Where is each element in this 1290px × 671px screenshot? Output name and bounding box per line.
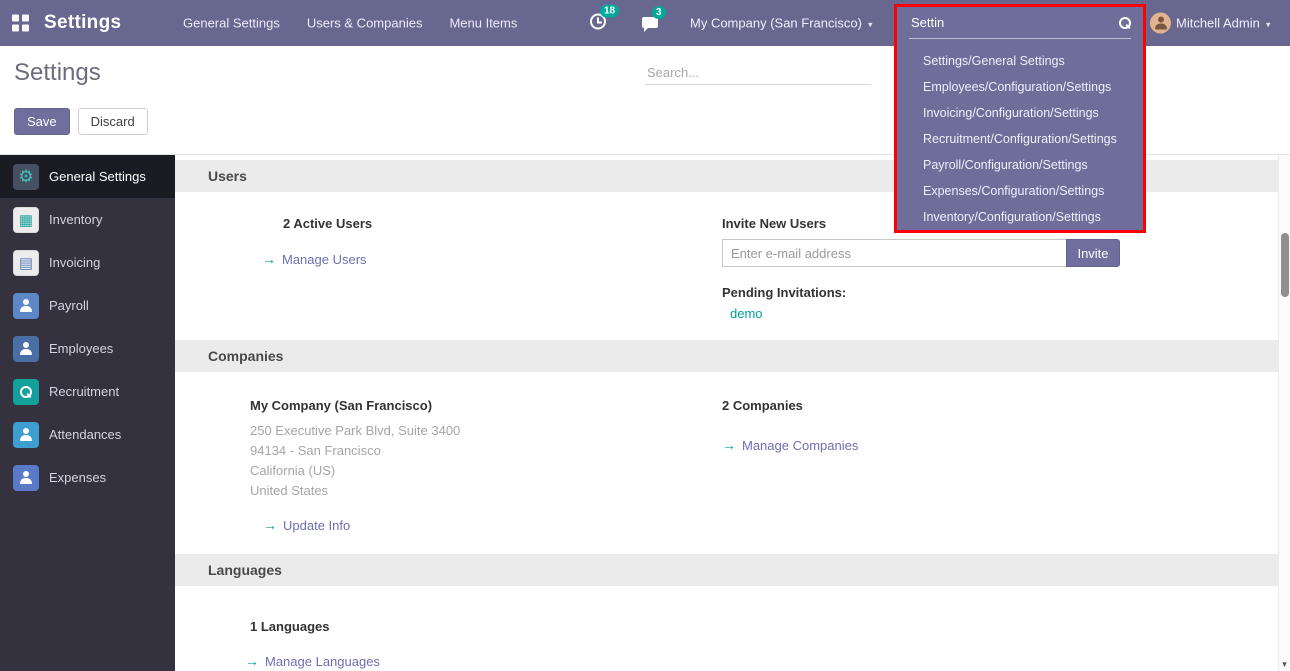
address-line: 94134 - San Francisco — [250, 441, 722, 461]
recruitment-magnifier-icon — [13, 379, 39, 405]
navbar-search-box — [909, 13, 1131, 39]
arrow-right-icon — [263, 518, 277, 533]
app-title[interactable]: Settings — [44, 12, 121, 34]
active-users-count: 2 Active Users — [283, 216, 372, 231]
chevron-down-icon — [1266, 16, 1271, 31]
manage-companies-link[interactable]: Manage Companies — [722, 437, 858, 453]
sidebar-item-label: Inventory — [49, 212, 102, 227]
sidebar-item-attendances[interactable]: Attendances — [0, 413, 175, 456]
records-search — [645, 61, 871, 85]
section-header-languages: Languages — [175, 554, 1278, 586]
arrow-right-icon — [245, 654, 259, 669]
sidebar-item-general-settings[interactable]: ⚙ General Settings — [0, 155, 175, 198]
discard-button[interactable]: Discard — [78, 108, 148, 135]
vertical-scrollbar[interactable] — [1278, 155, 1290, 671]
company-address: 250 Executive Park Blvd, Suite 3400 9413… — [250, 421, 722, 501]
search-result-item[interactable]: Employees/Configuration/Settings — [897, 74, 1143, 100]
sidebar-item-employees[interactable]: Employees — [0, 327, 175, 370]
user-menu[interactable]: Mitchell Admin — [1176, 16, 1270, 31]
address-line: California (US) — [250, 461, 722, 481]
sidebar-item-invoicing[interactable]: ▤ Invoicing — [0, 241, 175, 284]
pending-invitation-user[interactable]: demo — [722, 306, 1278, 321]
menu-general-settings[interactable]: General Settings — [183, 16, 280, 31]
search-result-item[interactable]: Invoicing/Configuration/Settings — [897, 100, 1143, 126]
section-languages: 1 Languages Manage Languages — [175, 586, 1278, 669]
activity-systray[interactable]: 18 — [590, 14, 606, 33]
sidebar-item-label: Invoicing — [49, 255, 100, 270]
settings-sidebar: ⚙ General Settings ▦ Inventory ▤ Invoici… — [0, 155, 175, 671]
page-title: Settings — [14, 59, 101, 87]
sidebar-item-label: Expenses — [49, 470, 106, 485]
save-button[interactable]: Save — [14, 108, 70, 135]
sidebar-item-label: General Settings — [49, 169, 146, 184]
invite-email-input[interactable] — [722, 239, 1067, 267]
company-name: My Company (San Francisco) — [250, 398, 722, 413]
search-result-item[interactable]: Settings/General Settings — [897, 48, 1143, 74]
update-info-link[interactable]: Update Info — [263, 517, 350, 533]
arrow-right-icon — [722, 438, 736, 453]
sidebar-item-label: Payroll — [49, 298, 89, 313]
invoice-document-icon: ▤ — [13, 250, 39, 276]
search-result-item[interactable]: Recruitment/Configuration/Settings — [897, 126, 1143, 152]
sidebar-item-expenses[interactable]: Expenses — [0, 456, 175, 499]
attendance-person-icon — [13, 422, 39, 448]
control-panel-buttons: Save Discard — [14, 108, 148, 135]
address-line: United States — [250, 481, 722, 501]
sidebar-item-label: Employees — [49, 341, 113, 356]
arrow-right-icon — [262, 252, 276, 267]
search-result-item[interactable]: Expenses/Configuration/Settings — [897, 178, 1143, 204]
company-switcher-label: My Company (San Francisco) — [690, 16, 862, 31]
payroll-person-icon — [13, 293, 39, 319]
message-badge: 3 — [652, 6, 666, 19]
manage-users-link[interactable]: Manage Users — [262, 251, 367, 267]
user-name: Mitchell Admin — [1176, 16, 1260, 31]
company-switcher[interactable]: My Company (San Francisco) — [690, 16, 872, 31]
search-results-list: Settings/General Settings Employees/Conf… — [897, 48, 1143, 230]
apps-menu-icon[interactable] — [12, 15, 29, 32]
activity-badge: 18 — [600, 5, 619, 18]
top-menu: General Settings Users & Companies Menu … — [183, 16, 517, 31]
search-results-dropdown: Settings/General Settings Employees/Conf… — [894, 4, 1146, 233]
sidebar-item-inventory[interactable]: ▦ Inventory — [0, 198, 175, 241]
expense-person-icon — [13, 465, 39, 491]
search-result-item[interactable]: Inventory/Configuration/Settings — [897, 204, 1143, 230]
menu-menu-items[interactable]: Menu Items — [449, 16, 517, 31]
languages-count: 1 Languages — [250, 619, 722, 634]
person-icon — [1154, 17, 1168, 30]
invite-button[interactable]: Invite — [1066, 239, 1120, 267]
user-avatar[interactable] — [1150, 13, 1171, 34]
user-group-icon — [250, 216, 274, 231]
boxes-icon: ▦ — [13, 207, 39, 233]
employees-group-icon — [13, 336, 39, 362]
section-header-companies: Companies — [175, 340, 1278, 372]
companies-count: 2 Companies — [722, 398, 1278, 413]
messages-systray[interactable]: 3 — [642, 15, 658, 31]
sidebar-item-payroll[interactable]: Payroll — [0, 284, 175, 327]
gear-icon: ⚙ — [13, 164, 39, 190]
scrollbar-thumb[interactable] — [1281, 233, 1289, 297]
section-companies: My Company (San Francisco) 250 Executive… — [175, 372, 1278, 549]
sidebar-item-recruitment[interactable]: Recruitment — [0, 370, 175, 413]
search-icon — [1119, 17, 1131, 29]
search-result-item[interactable]: Payroll/Configuration/Settings — [897, 152, 1143, 178]
navbar-search-input[interactable] — [909, 13, 1119, 32]
pending-invitations-label: Pending Invitations: — [722, 285, 1278, 300]
sidebar-item-label: Recruitment — [49, 384, 119, 399]
records-search-input[interactable] — [645, 61, 871, 85]
manage-languages-link[interactable]: Manage Languages — [245, 653, 380, 669]
chevron-down-icon — [868, 16, 873, 31]
address-line: 250 Executive Park Blvd, Suite 3400 — [250, 421, 722, 441]
menu-users-companies[interactable]: Users & Companies — [307, 16, 423, 31]
scroll-down-arrow-icon[interactable] — [1279, 659, 1290, 670]
sidebar-item-label: Attendances — [49, 427, 121, 442]
